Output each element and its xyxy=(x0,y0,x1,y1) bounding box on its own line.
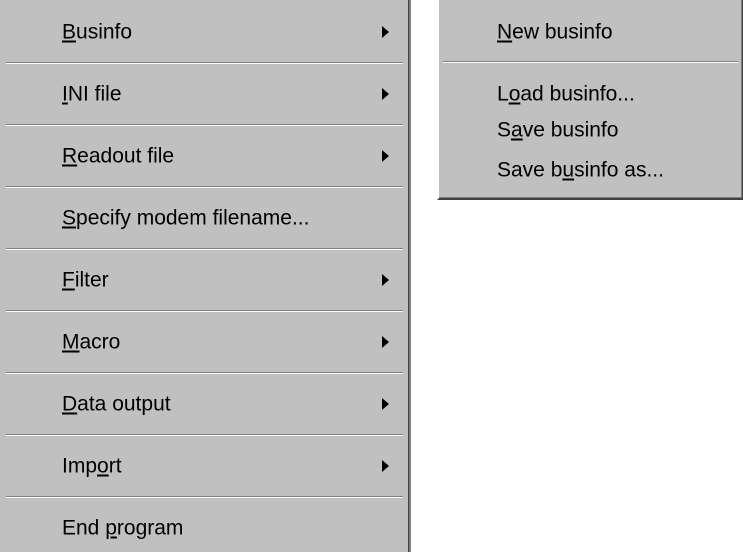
main-menu: Businfo INI file Readout file Specify mo… xyxy=(0,0,411,552)
menu-item-macro[interactable]: Macro xyxy=(0,314,409,370)
menu-item-label: INI file xyxy=(62,82,122,106)
businfo-submenu: New businfo Load businfo... Save businfo… xyxy=(437,0,743,200)
submenu-arrow-icon xyxy=(382,26,389,38)
menu-separator xyxy=(6,62,403,64)
menu-item-label: Filter xyxy=(62,268,109,292)
menu-item-import[interactable]: Import xyxy=(0,438,409,494)
menu-item-readout-file[interactable]: Readout file xyxy=(0,128,409,184)
submenu-arrow-icon xyxy=(382,460,389,472)
menu-separator xyxy=(6,248,403,250)
submenu-item-new-businfo[interactable]: New businfo xyxy=(439,10,742,54)
submenu-arrow-icon xyxy=(382,398,389,410)
menu-item-label: Businfo xyxy=(62,20,133,44)
menu-item-label: Readout file xyxy=(62,144,175,168)
submenu-item-label: Save businfo xyxy=(497,118,619,142)
menu-item-specify-modem-filename[interactable]: Specify modem filename... xyxy=(0,190,409,246)
submenu-arrow-icon xyxy=(382,150,389,162)
menu-item-end-program[interactable]: End program xyxy=(0,500,409,556)
menu-separator xyxy=(6,434,403,436)
menu-item-ini-file[interactable]: INI file xyxy=(0,66,409,122)
menu-item-label: Import xyxy=(62,454,122,478)
submenu-item-label: Load businfo... xyxy=(497,82,635,106)
submenu-arrow-icon xyxy=(382,336,389,348)
menu-separator xyxy=(6,310,403,312)
menu-item-label: Macro xyxy=(62,330,121,354)
submenu-item-label: Save businfo as... xyxy=(497,158,664,182)
menu-separator xyxy=(6,372,403,374)
submenu-arrow-icon xyxy=(382,274,389,286)
menu-item-filter[interactable]: Filter xyxy=(0,252,409,308)
menu-item-label: Specify modem filename... xyxy=(62,206,310,230)
submenu-separator xyxy=(443,61,738,63)
menu-item-businfo[interactable]: Businfo xyxy=(0,4,409,60)
menu-separator xyxy=(6,124,403,126)
menu-item-label: Data output xyxy=(62,392,171,416)
submenu-arrow-icon xyxy=(382,88,389,100)
submenu-item-save-businfo[interactable]: Save businfo xyxy=(439,112,742,148)
menu-item-label: End program xyxy=(62,516,184,540)
menu-item-data-output[interactable]: Data output xyxy=(0,376,409,432)
menu-separator xyxy=(6,186,403,188)
menu-separator xyxy=(6,496,403,498)
submenu-item-load-businfo[interactable]: Load businfo... xyxy=(439,76,742,112)
submenu-item-label: New businfo xyxy=(497,20,613,44)
submenu-item-save-businfo-as[interactable]: Save businfo as... xyxy=(439,152,742,188)
